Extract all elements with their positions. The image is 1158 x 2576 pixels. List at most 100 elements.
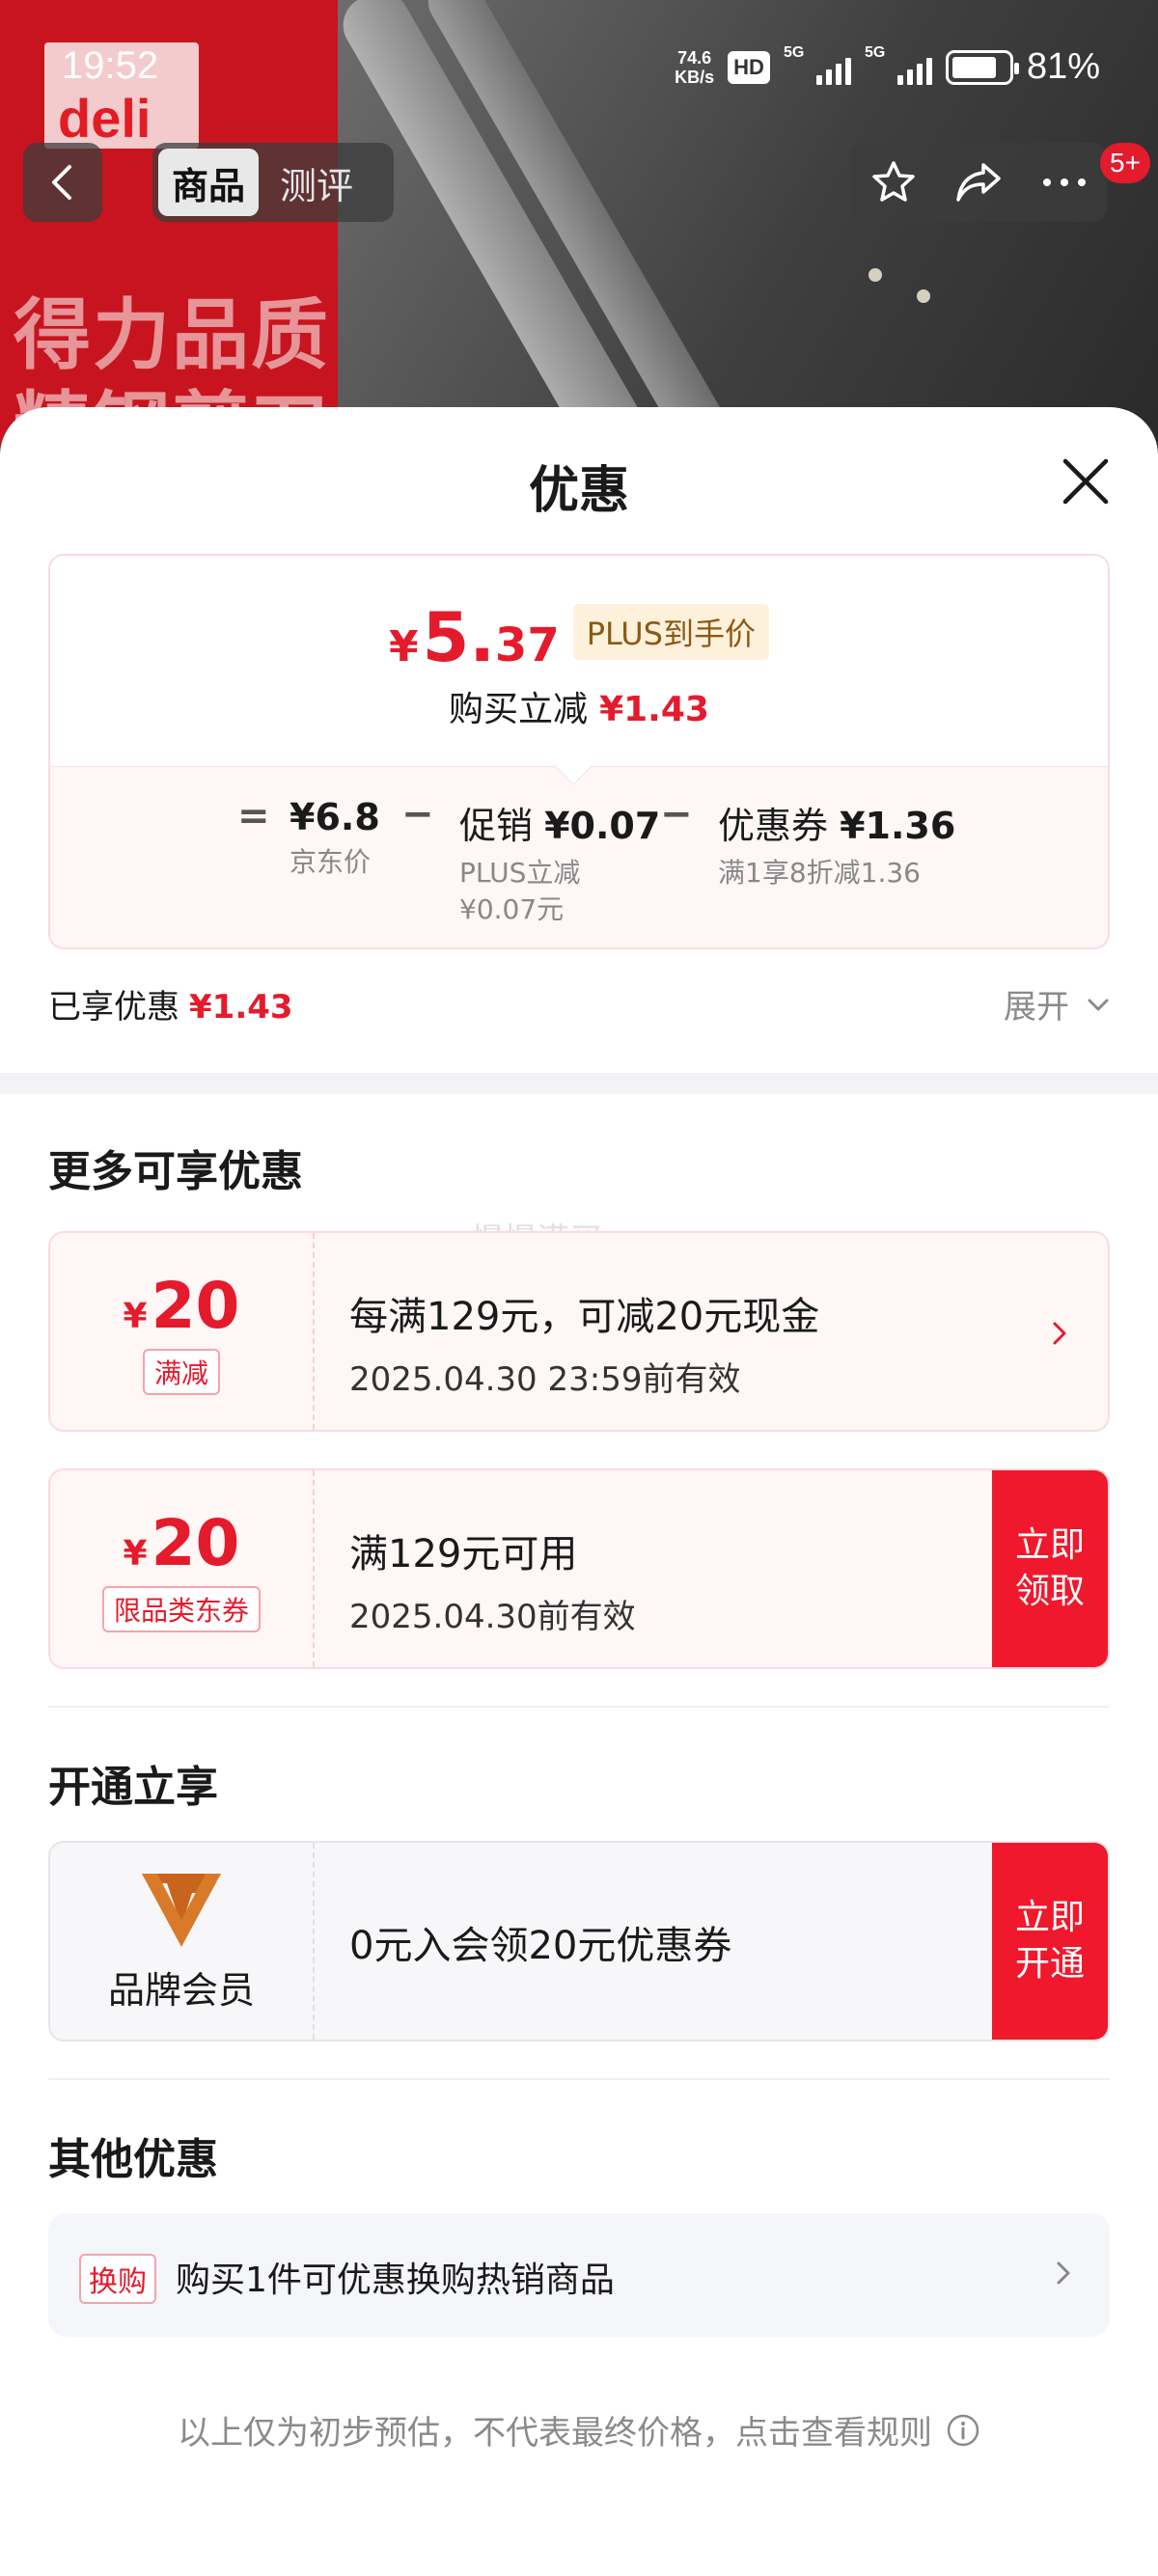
network-speed-unit: KB/s <box>675 67 715 87</box>
divider <box>48 2078 1110 2080</box>
status-icons: 74.6 KB/s HD 5G 5G 81% <box>675 44 1100 88</box>
trade-in-offer-row[interactable]: 换购 购买1件可优惠换购热销商品 <box>48 2213 1110 2337</box>
hd-icon: HD <box>728 50 770 84</box>
product-tabs: 商品 测评 <box>152 143 394 222</box>
coupon-currency: ¥ <box>123 1296 148 1336</box>
rules-disclaimer[interactable]: 以上仅为初步预估，不代表最终价格，点击查看规则 <box>0 2406 1158 2453</box>
equals-sign: = <box>237 794 270 838</box>
chevron-right-icon <box>1053 1322 1066 1345</box>
membership-offer: 0元入会领20元优惠券 <box>349 1924 732 1968</box>
discount-sheet: 优惠 ¥ 5. 37 PLUS到手价 购买立减 ¥1.43 = ¥6.8 京东价 … <box>0 407 1158 2576</box>
instant-discount-label: 购买立减 <box>449 690 589 729</box>
status-bar: 19:52 74.6 KB/s HD 5G 5G 81% <box>0 39 1158 100</box>
final-price-decimal: 37 <box>494 618 560 672</box>
network-speed-value: 74.6 <box>677 47 712 68</box>
share-icon[interactable] <box>950 153 1007 211</box>
disclaimer-text: 以上仅为初步预估，不代表最终价格，点击查看规则 <box>178 2414 932 2453</box>
coupon-type-tag: 限品类东券 <box>101 1585 261 1632</box>
breakdown-promotion: 促销 ¥0.07 PLUS立减 ¥0.07元 <box>459 796 660 928</box>
coupon-info: 每满129元，可减20元现金 2025.04.30 23:59前有效 <box>349 1285 819 1400</box>
final-price-area: ¥ 5. 37 PLUS到手价 购买立减 ¥1.43 <box>50 556 1108 766</box>
info-icon[interactable] <box>946 2413 980 2448</box>
brand-member-logo-icon <box>142 1873 221 1947</box>
decor-dot <box>917 289 930 303</box>
instant-discount-row: 购买立减 ¥1.43 <box>50 681 1108 731</box>
coupon-expiry: 2025.04.30前有效 <box>349 1598 636 1636</box>
coupon-type-tag: 满减 <box>142 1348 220 1395</box>
section-title-more-discounts: 更多可享优惠 <box>48 1147 303 1196</box>
section-title-open-membership: 开通立享 <box>48 1763 218 1812</box>
battery-percent: 81% <box>1026 46 1100 87</box>
membership-brand-area: 品牌会员 <box>50 1843 315 2040</box>
minus-sign: − <box>401 792 434 836</box>
coupon-info: 满129元可用 2025.04.30前有效 <box>349 1522 636 1637</box>
membership-card: 品牌会员 0元入会领20元优惠券 立即 开通 <box>48 1841 1110 2042</box>
section-title-other-discounts: 其他优惠 <box>48 2135 218 2184</box>
trade-in-text: 购买1件可优惠换购热销商品 <box>176 2261 615 2300</box>
coupon-label: 优惠券 <box>718 805 829 847</box>
final-price-integer: 5. <box>422 598 495 677</box>
coupon-rule: 每满129元，可减20元现金 <box>349 1295 820 1339</box>
coupon-amount-area: ¥20 限品类东券 <box>50 1470 315 1667</box>
open-membership-button[interactable]: 立即 开通 <box>992 1843 1108 2040</box>
coupon-card-category: ¥20 限品类东券 满129元可用 2025.04.30前有效 立即 领取 <box>48 1468 1110 1669</box>
notification-badge: 5+ <box>1100 143 1150 183</box>
claim-button-line: 立即 <box>1014 1525 1085 1565</box>
coupon-rule: 满129元可用 <box>349 1532 578 1576</box>
open-button-line: 立即 <box>1014 1898 1085 1937</box>
claim-button-line: 领取 <box>1014 1572 1085 1611</box>
signal-icon: 5G <box>784 44 851 85</box>
promo-line: 得力品质 <box>14 290 330 380</box>
jd-price-label: 京东价 <box>290 846 372 878</box>
tab-reviews[interactable]: 测评 <box>266 149 367 216</box>
coupon-card-full-reduction[interactable]: ¥20 满减 每满129元，可减20元现金 2025.04.30 23:59前有… <box>48 1231 1110 1432</box>
network-speed: 74.6 KB/s <box>675 48 714 87</box>
applied-discount-label: 已享优惠 <box>48 988 179 1027</box>
coupon-detail: 满1享8折减1.36 <box>718 857 921 889</box>
coupon-value: ¥1.36 <box>840 805 956 847</box>
decor-dot <box>868 268 882 282</box>
nav-action-group <box>851 143 1107 222</box>
signal-icon: 5G <box>865 44 932 85</box>
breakdown-jd-price: ¥6.8 京东价 <box>290 796 380 881</box>
promotion-value: ¥0.07 <box>544 805 661 847</box>
claim-coupon-button[interactable]: 立即 领取 <box>992 1470 1108 1667</box>
chevron-right-icon <box>1057 2261 1070 2285</box>
signal-label: 5G <box>783 43 805 61</box>
open-button-line: 开通 <box>1014 1944 1085 1984</box>
price-formula-area: = ¥6.8 京东价 − 促销 ¥0.07 PLUS立减 ¥0.07元 − 优惠… <box>50 766 1108 947</box>
applied-discount-value: ¥1.43 <box>189 988 293 1027</box>
applied-discount: 已享优惠 ¥1.43 <box>48 980 293 1028</box>
sheet-title: 优惠 <box>528 462 629 520</box>
promotion-label: 促销 <box>459 805 534 847</box>
section-divider <box>0 1073 1158 1094</box>
coupon-amount-area: ¥20 满减 <box>50 1233 315 1430</box>
expand-button[interactable]: 展开 <box>1004 980 1069 1028</box>
tab-product[interactable]: 商品 <box>158 149 260 216</box>
back-button[interactable] <box>23 143 102 222</box>
promotion-detail: PLUS立减 ¥0.07元 <box>459 857 581 925</box>
chevron-left-icon <box>52 165 71 200</box>
coupon-currency: ¥ <box>123 1533 148 1574</box>
final-price-row: ¥ 5. 37 PLUS到手价 <box>50 598 1108 677</box>
coupon-amount: 20 <box>151 1268 240 1343</box>
coupon-amount: 20 <box>151 1505 240 1580</box>
status-time: 19:52 <box>62 44 159 87</box>
battery-icon <box>945 49 1019 85</box>
jd-price-value: ¥6.8 <box>290 796 380 838</box>
final-price-currency: ¥ <box>388 622 419 671</box>
divider <box>48 1706 1110 1708</box>
close-icon[interactable] <box>1060 455 1112 507</box>
trade-in-tag: 换购 <box>79 2254 156 2304</box>
more-icon[interactable] <box>1035 153 1093 211</box>
breakdown-coupon: 优惠券 ¥1.36 满1享8折减1.36 <box>718 796 955 891</box>
minus-sign: − <box>660 792 693 836</box>
favorite-star-icon[interactable] <box>865 153 923 211</box>
chevron-down-icon[interactable] <box>1085 992 1112 1019</box>
signal-label: 5G <box>864 43 886 61</box>
plus-price-tag: PLUS到手价 <box>572 604 769 660</box>
membership-label: 品牌会员 <box>107 1968 255 2012</box>
price-breakdown-card: ¥ 5. 37 PLUS到手价 购买立减 ¥1.43 = ¥6.8 京东价 − 促… <box>48 554 1110 949</box>
instant-discount-value: ¥1.43 <box>599 690 709 729</box>
coupon-expiry: 2025.04.30 23:59前有效 <box>349 1360 741 1399</box>
